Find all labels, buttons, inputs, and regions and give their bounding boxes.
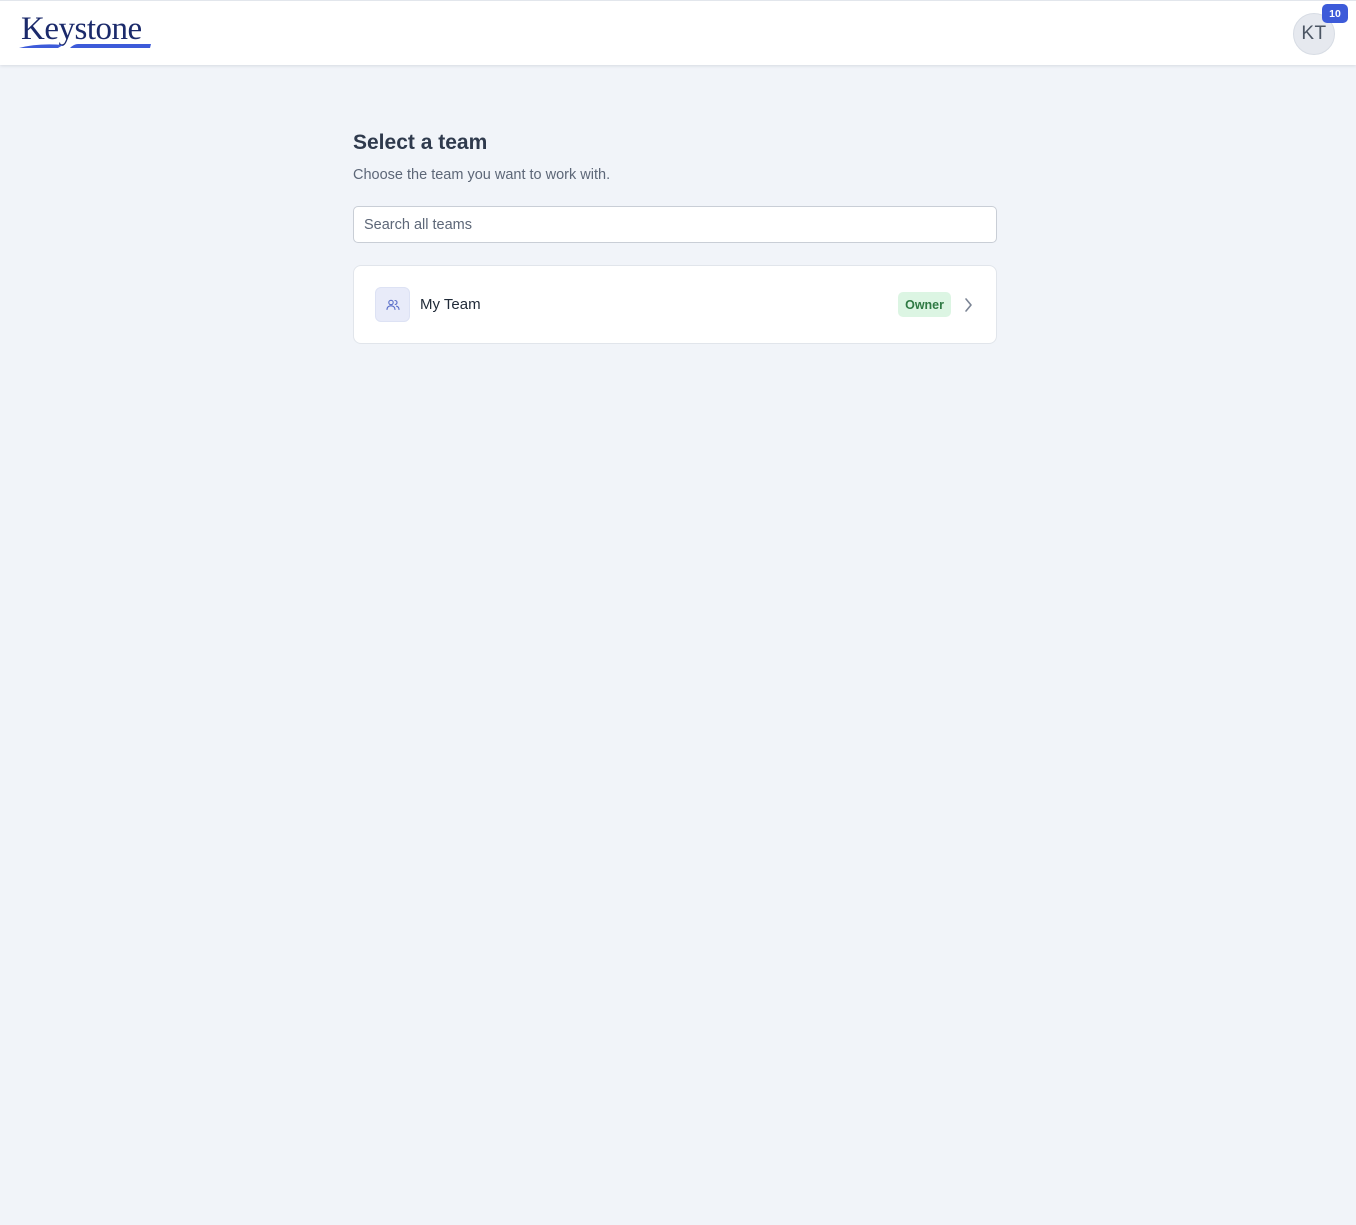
team-name: My Team [420,296,481,313]
keystone-logo[interactable]: Keystone [18,10,152,50]
search-box [353,206,997,243]
logo-swoosh-icon [19,44,151,48]
top-bar: Keystone KT 10 [0,0,1356,65]
notification-badge[interactable]: 10 [1322,4,1348,23]
page-title: Select a team [353,131,488,154]
team-selection-panel: Select a team Choose the team you want t… [353,129,997,344]
chevron-right-icon [963,297,975,313]
search-input[interactable] [364,216,986,233]
users-icon [375,287,410,322]
role-badge: Owner [898,292,951,317]
team-list-item[interactable]: My Team Owner [353,265,997,344]
page-subtitle: Choose the team you want to work with. [353,167,611,183]
